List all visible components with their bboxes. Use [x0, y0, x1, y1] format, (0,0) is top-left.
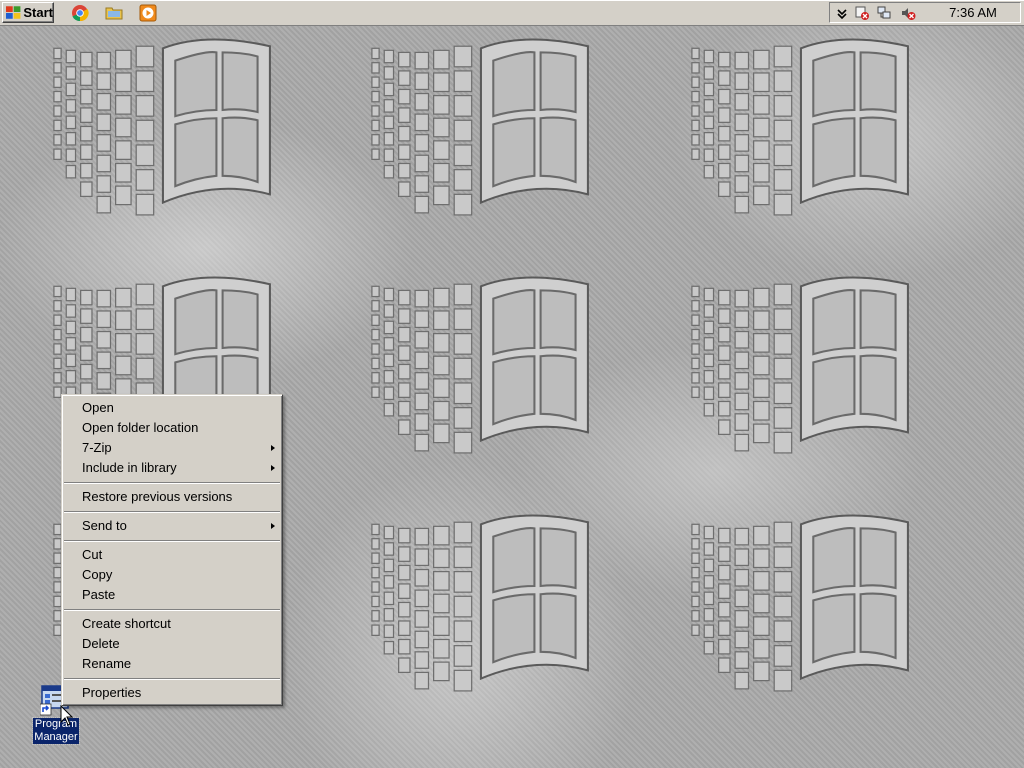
mouse-cursor-icon — [60, 705, 74, 726]
menu-separator — [62, 478, 282, 487]
submenu-arrow-icon — [271, 523, 275, 529]
menu-separator — [62, 507, 282, 516]
menu-item-label: Paste — [82, 587, 116, 602]
taskbar: Start 7:36 AM — [0, 0, 1024, 26]
media-player-icon[interactable] — [139, 4, 157, 22]
menu-item-label: Create shortcut — [82, 616, 171, 631]
menu-item-label: Open folder location — [82, 420, 199, 435]
menu-item-label: Cut — [82, 547, 103, 562]
menu-item-paste[interactable]: Paste — [62, 585, 282, 605]
folder-icon[interactable] — [105, 4, 123, 22]
menu-item-restore-previous-versions[interactable]: Restore previous versions — [62, 487, 282, 507]
menu-item-cut[interactable]: Cut — [62, 545, 282, 565]
menu-item-open[interactable]: Open — [62, 398, 282, 418]
network-error-icon[interactable] — [854, 5, 870, 21]
menu-item-label: Open — [82, 400, 114, 415]
windows-logo-icon — [6, 5, 21, 19]
menu-separator — [62, 536, 282, 545]
menu-item-properties[interactable]: Properties — [62, 683, 282, 703]
menu-item-label: Delete — [82, 636, 120, 651]
wallpaper-logo — [690, 276, 909, 454]
menu-separator — [62, 674, 282, 683]
chrome-icon[interactable] — [71, 4, 89, 22]
menu-separator — [62, 605, 282, 614]
wallpaper-logo — [370, 38, 589, 216]
menu-item-copy[interactable]: Copy — [62, 565, 282, 585]
menu-item-label: Include in library — [82, 460, 177, 475]
menu-item-open-folder-location[interactable]: Open folder location — [62, 418, 282, 438]
system-tray: 7:36 AM — [829, 2, 1021, 23]
menu-item-send-to[interactable]: Send to — [62, 516, 282, 536]
context-menu: Open Open folder location 7-Zip Include in … — [61, 394, 283, 706]
start-label: Start — [23, 5, 53, 20]
network-icon[interactable] — [876, 5, 892, 21]
wallpaper-logo — [370, 514, 589, 692]
menu-item-label: Properties — [82, 685, 142, 700]
menu-item-create-shortcut[interactable]: Create shortcut — [62, 614, 282, 634]
wallpaper-logo — [370, 276, 589, 454]
clock[interactable]: 7:36 AM — [938, 5, 1008, 21]
menu-item-delete[interactable]: Delete — [62, 634, 282, 654]
menu-item-rename[interactable]: Rename — [62, 654, 282, 674]
submenu-arrow-icon — [271, 465, 275, 471]
menu-item-label: Rename — [82, 656, 132, 671]
menu-item-label: 7-Zip — [82, 440, 112, 455]
menu-item-label: Send to — [82, 518, 127, 533]
show-hidden-icons-chevron-icon[interactable] — [834, 5, 850, 21]
menu-item-include-in-library[interactable]: Include in library — [62, 458, 282, 478]
menu-item-label: Restore previous versions — [82, 489, 233, 504]
submenu-arrow-icon — [271, 445, 275, 451]
start-button[interactable]: Start — [2, 2, 54, 23]
menu-item-label: Copy — [82, 567, 113, 582]
menu-item-7-zip[interactable]: 7-Zip — [62, 438, 282, 458]
wallpaper-logo — [690, 38, 909, 216]
wallpaper-logo — [52, 38, 271, 216]
volume-muted-icon[interactable] — [900, 5, 916, 21]
wallpaper-logo — [690, 514, 909, 692]
